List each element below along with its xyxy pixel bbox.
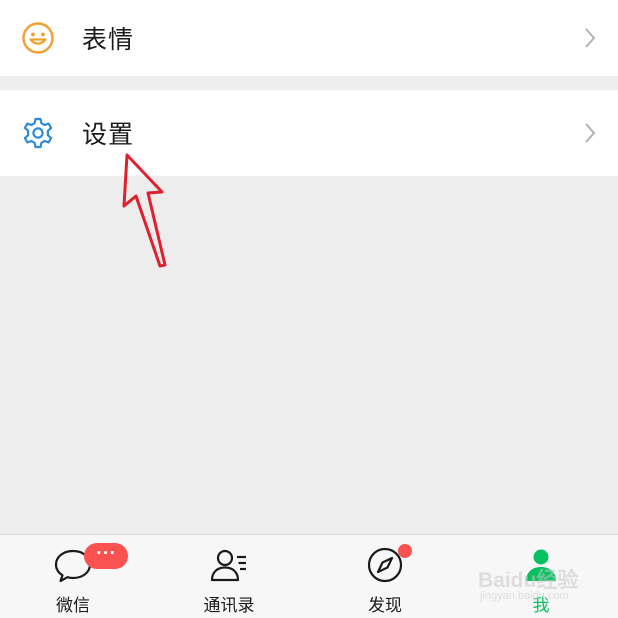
tab-me[interactable]: 我 bbox=[486, 535, 596, 618]
tab-label: 发现 bbox=[368, 596, 402, 616]
tab-weixin[interactable]: ··· 微信 bbox=[18, 535, 128, 618]
new-dot-badge bbox=[398, 544, 412, 558]
unread-badge: ··· bbox=[84, 543, 128, 569]
tab-discover[interactable]: 发现 bbox=[330, 535, 440, 618]
chevron-right-icon bbox=[585, 28, 596, 48]
contacts-icon bbox=[210, 549, 246, 582]
me-page-screen: 表情 设置 ··· 微信 通讯录 发现 我 Baidu经验 jingyan.ba… bbox=[0, 0, 618, 618]
bottom-tab-bar: ··· 微信 通讯录 发现 我 bbox=[0, 534, 618, 618]
menu-item-settings[interactable]: 设置 bbox=[0, 90, 618, 176]
menu-item-label: 表情 bbox=[82, 25, 135, 54]
tab-contacts[interactable]: 通讯录 bbox=[174, 535, 284, 618]
menu-item-label: 设置 bbox=[82, 120, 135, 149]
tab-label: 通讯录 bbox=[203, 596, 255, 616]
gear-icon bbox=[20, 115, 56, 151]
chevron-right-icon bbox=[585, 123, 596, 143]
tab-label: 我 bbox=[532, 596, 550, 616]
tab-label: 微信 bbox=[56, 596, 90, 616]
person-icon bbox=[526, 549, 556, 581]
smiley-icon bbox=[20, 20, 56, 56]
menu-item-stickers[interactable]: 表情 bbox=[0, 0, 618, 76]
